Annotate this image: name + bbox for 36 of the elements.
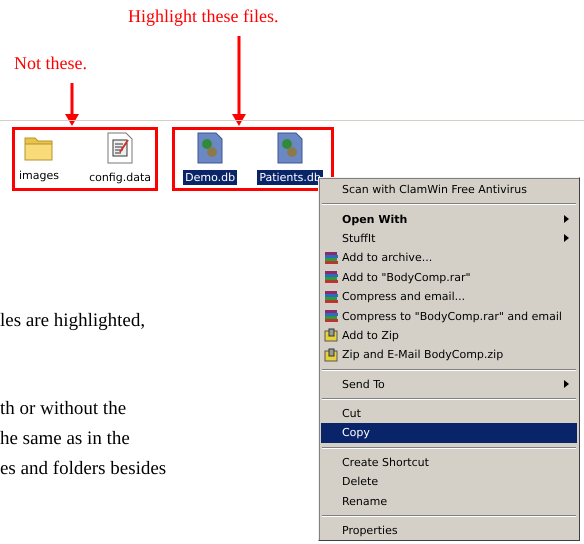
menu-item[interactable]: Add to "BodyComp.rar" (321, 268, 577, 287)
menu-item[interactable]: Add to archive... (321, 248, 577, 268)
callout-label: Highlight these files. (128, 6, 278, 27)
menu-item[interactable]: Cut (321, 404, 577, 424)
books-icon (324, 250, 339, 265)
menu-item[interactable]: Add to Zip (321, 326, 577, 346)
menu-item[interactable]: Compress to "BodyComp.rar" and email (321, 306, 577, 326)
submenu-arrow-icon (564, 234, 569, 242)
submenu-arrow-icon (564, 215, 569, 224)
file-item[interactable]: config.data (87, 130, 153, 188)
body-paragraph: les are highlighted, (0, 309, 146, 333)
books-icon (324, 270, 339, 284)
file-item[interactable]: Patients.db (257, 130, 323, 188)
menu-item[interactable]: Compress and email... (321, 286, 577, 306)
menu-item[interactable]: Properties (321, 520, 577, 540)
menu-item[interactable]: Send To (321, 374, 577, 394)
database-file-icon (276, 132, 304, 164)
zip-folder-icon (324, 348, 339, 362)
books-icon (324, 309, 339, 324)
books-icon (324, 290, 339, 304)
submenu-arrow-icon (564, 380, 569, 388)
file-item[interactable]: Demo.db (183, 130, 238, 188)
menu-item[interactable]: Scan with ClamWin Free Antivirus (321, 180, 577, 200)
menu-item[interactable]: Copy (321, 423, 577, 443)
menu-item[interactable]: Zip and E-Mail BodyComp.zip (321, 345, 577, 365)
callout-label: Not these. (14, 53, 87, 74)
menu-item[interactable]: Open With (321, 209, 577, 229)
menu-item[interactable]: Rename (321, 491, 577, 511)
body-paragraph: th or without the he same as in the es and folders besides (0, 397, 166, 481)
database-file-icon (196, 132, 224, 164)
document-icon (105, 132, 136, 164)
menu-item[interactable]: StuffIt (321, 228, 577, 248)
menu-item[interactable]: Delete (321, 472, 577, 492)
zip-folder-icon (324, 328, 339, 342)
file-item[interactable]: images (17, 130, 61, 188)
menu-item[interactable]: Create Shortcut (321, 452, 577, 472)
